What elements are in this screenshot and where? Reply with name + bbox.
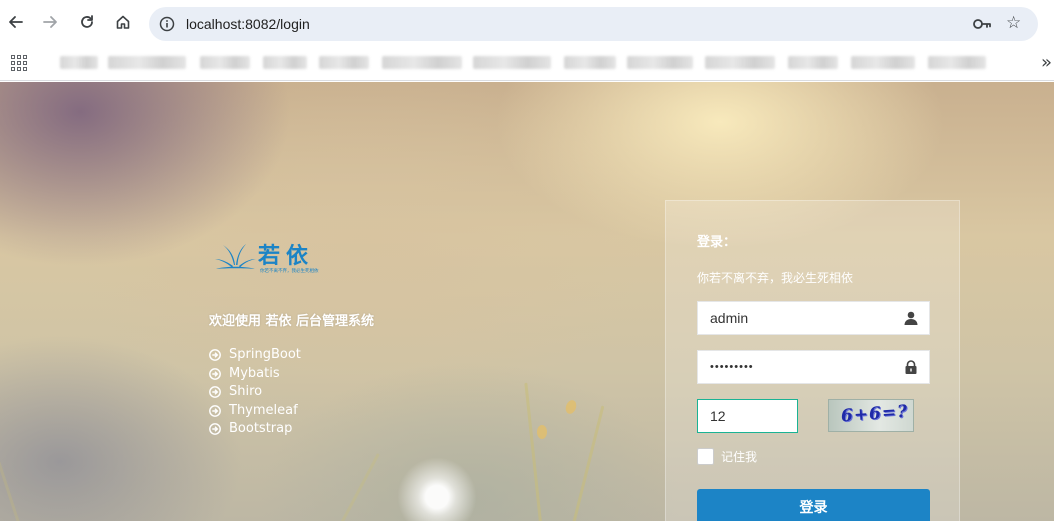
- bookmarks-bar: »: [0, 46, 1054, 81]
- login-button[interactable]: 登录: [697, 489, 930, 521]
- login-subtitle: 你若不离不弃，我必生死相依: [697, 271, 854, 285]
- list-item: SpringBoot: [209, 346, 301, 365]
- bookmark-item[interactable]: [263, 56, 307, 69]
- captcha-input[interactable]: 12: [697, 399, 798, 433]
- background-dandelion: [392, 452, 482, 521]
- login-page: 若依 你若不离不弃，我必生死相依 欢迎使用 若依 后台管理系统 SpringBo…: [0, 82, 1054, 521]
- forward-arrow-icon[interactable]: [39, 11, 61, 33]
- list-item: Shiro: [209, 383, 301, 402]
- remember-me-checkbox[interactable]: [697, 448, 714, 465]
- info-icon[interactable]: [159, 16, 175, 32]
- background-stalk: [570, 405, 605, 521]
- login-title: 登录：: [697, 235, 737, 250]
- apps-grid-icon[interactable]: [11, 55, 27, 71]
- chevron-double-right-icon[interactable]: »: [1041, 52, 1052, 73]
- user-icon: [904, 311, 918, 325]
- username-input[interactable]: admin: [697, 301, 930, 335]
- circle-arrow-right-icon: [209, 349, 221, 362]
- background-stalk: [524, 382, 543, 521]
- bookmark-item[interactable]: [851, 56, 915, 69]
- bookmark-item[interactable]: [382, 56, 462, 69]
- key-icon[interactable]: [972, 15, 992, 33]
- circle-arrow-right-icon: [209, 367, 221, 380]
- tech-item-label: Thymeleaf: [229, 402, 298, 418]
- star-icon[interactable]: ☆: [1006, 14, 1024, 32]
- logo-text: 若依: [258, 243, 314, 269]
- bookmark-item[interactable]: [564, 56, 616, 69]
- tech-item-label: Bootstrap: [229, 421, 293, 436]
- home-icon[interactable]: [112, 11, 134, 33]
- tech-stack-list: SpringBoot Mybatis Shiro Thymeleaf Boots…: [209, 346, 301, 439]
- background-stalk: [0, 369, 23, 521]
- bookmark-item[interactable]: [473, 56, 551, 69]
- remember-me-label[interactable]: 记住我: [721, 448, 757, 465]
- captcha-code: 6+6=?: [840, 401, 909, 427]
- background-bud: [563, 398, 579, 416]
- tech-item-label: Mybatis: [229, 365, 280, 381]
- tech-item-label: SpringBoot: [229, 347, 301, 362]
- password-value[interactable]: •••••••••: [710, 351, 754, 383]
- tech-item-label: Shiro: [229, 384, 263, 399]
- password-input[interactable]: •••••••••: [697, 350, 930, 384]
- bookmark-item[interactable]: [60, 56, 98, 69]
- ruoyi-logo: 若依 你若不离不弃，我必生死相依: [215, 243, 319, 274]
- bookmark-item[interactable]: [200, 56, 250, 69]
- bookmark-item[interactable]: [928, 56, 986, 69]
- remember-me[interactable]: 记住我: [697, 448, 757, 465]
- logo-tagline: 你若不离不弃，我必生死相依: [260, 267, 319, 274]
- welcome-heading: 欢迎使用 若依 后台管理系统: [209, 314, 375, 329]
- background-bud: [537, 425, 547, 439]
- list-item: Bootstrap: [209, 420, 301, 439]
- bookmark-item[interactable]: [319, 56, 369, 69]
- lock-icon: [905, 360, 917, 374]
- login-panel: 登录： 你若不离不弃，我必生死相依 admin ••••••••• 12 6+6…: [665, 200, 960, 521]
- circle-arrow-right-icon: [209, 386, 221, 399]
- circle-arrow-right-icon: [209, 423, 221, 436]
- background-stalk: [330, 453, 380, 521]
- browser-toolbar: localhost:8082/login ☆: [0, 0, 1054, 46]
- captcha-image[interactable]: 6+6=?: [828, 399, 914, 432]
- reload-icon[interactable]: [76, 11, 98, 33]
- username-value[interactable]: admin: [710, 302, 748, 334]
- bookmark-item[interactable]: [627, 56, 693, 69]
- back-arrow-icon[interactable]: [5, 11, 27, 33]
- list-item: Mybatis: [209, 365, 301, 384]
- circle-arrow-right-icon: [209, 404, 221, 417]
- bookmark-item[interactable]: [705, 56, 775, 69]
- address-bar[interactable]: localhost:8082/login ☆: [149, 7, 1038, 41]
- url-text[interactable]: localhost:8082/login: [186, 7, 310, 41]
- bookmark-item[interactable]: [108, 56, 186, 69]
- bookmark-item[interactable]: [788, 56, 838, 69]
- captcha-value[interactable]: 12: [710, 400, 726, 432]
- list-item: Thymeleaf: [209, 402, 301, 421]
